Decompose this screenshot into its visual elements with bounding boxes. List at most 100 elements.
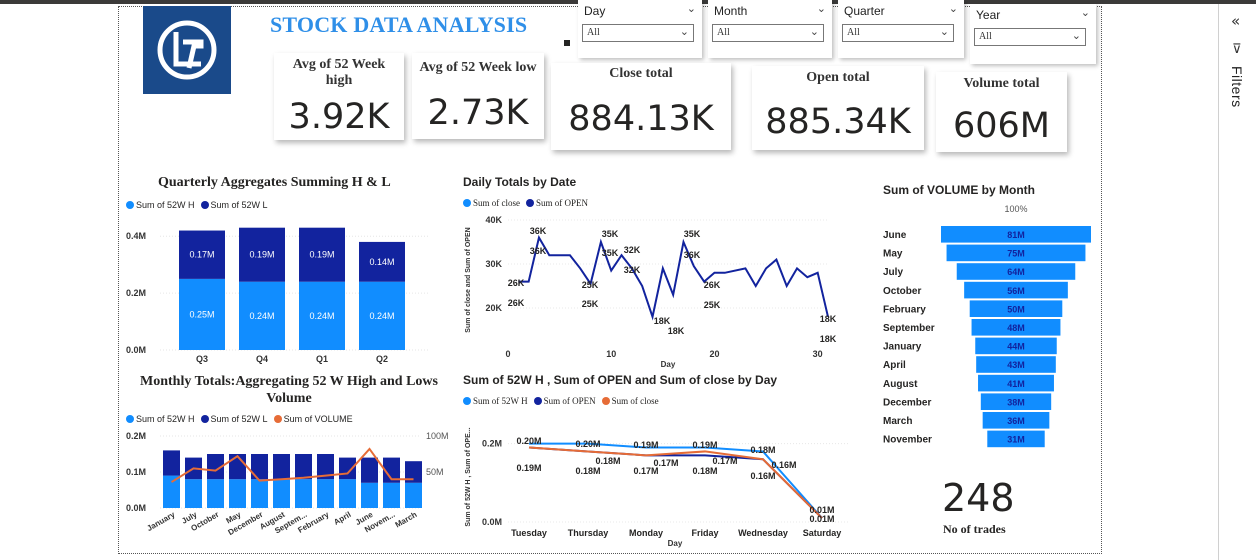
bar-segment <box>163 450 180 476</box>
data-label: 0.24M <box>249 311 274 321</box>
x-tick-label: March <box>394 510 419 530</box>
by-day-chart[interactable]: 0.0M 0.2M Tuesday Thursday Monday Friday Wedne… <box>458 410 858 552</box>
quarterly-chart[interactable]: 0.0M 0.2M 0.4M 0.25M 0.17M Q3 0.24M 0.19M Q4 0.24… <box>120 220 440 370</box>
legend-dot-icon <box>463 397 471 405</box>
data-label: 64M <box>1007 267 1025 277</box>
data-label: 26K <box>704 280 721 290</box>
category-label: October <box>883 286 921 297</box>
category-label: January <box>883 342 922 353</box>
bar-segment <box>273 454 290 480</box>
kpi-title: Open total <box>806 70 870 85</box>
series-line-open <box>518 234 829 321</box>
y-tick-label: 0.2M <box>482 439 502 449</box>
legend-label: Sum of OPEN <box>536 198 589 208</box>
bullet-marker <box>564 40 570 46</box>
chevron-down-icon[interactable]: ⌄ <box>687 2 696 15</box>
legend-dot-icon <box>200 201 209 209</box>
data-label: 75M <box>1007 249 1025 259</box>
legend-item[interactable]: Sum of 52W H <box>126 414 195 424</box>
slicer-quarter-label: Quarter <box>844 4 885 18</box>
kpi-card-volume-total[interactable]: Volume total 606M <box>936 72 1067 152</box>
data-label: 36K <box>530 246 547 256</box>
legend-item[interactable]: Sum of VOLUME <box>273 414 353 424</box>
legend-item[interactable]: Sum of 52W L <box>200 200 268 210</box>
kpi-card-close-total[interactable]: Close total 884.13K <box>551 63 731 150</box>
kpi-title: Avg of 52 Week low <box>419 60 537 75</box>
slicer-day[interactable]: Day ⌄ All ⌄ <box>578 0 702 58</box>
chart-title-daily: Daily Totals by Date <box>463 175 577 189</box>
filters-pane-label[interactable]: Filters <box>1229 66 1245 108</box>
chevron-down-icon: ⌄ <box>939 25 949 38</box>
kpi-value: 606M <box>952 106 1050 146</box>
chevron-down-icon[interactable]: ⌄ <box>949 2 958 15</box>
data-label: 32K <box>624 245 641 255</box>
data-label: 0.18M <box>595 456 620 466</box>
volume-funnel-chart[interactable]: 100% 81M June 75M May 64M July 56M October 50M Feb… <box>878 200 1098 452</box>
company-logo <box>143 6 231 94</box>
data-label: 0.19M <box>633 440 658 450</box>
slicer-month-dropdown[interactable]: All ⌄ <box>712 24 824 42</box>
category-label: November <box>883 435 932 446</box>
slicer-day-dropdown[interactable]: All ⌄ <box>582 24 694 42</box>
monthly-chart[interactable]: 0.0M0.1M0.2M50M100MJanuary JulyOctober May… <box>120 426 460 554</box>
legend-dot-icon <box>463 199 471 207</box>
legend-item[interactable]: Sum of 52W H <box>126 200 195 210</box>
kpi-value: 885.34K <box>765 102 911 142</box>
data-label: 0.24M <box>309 311 334 321</box>
slicer-quarter-dropdown[interactable]: All ⌄ <box>842 24 954 42</box>
legend-item[interactable]: Sum of close <box>601 396 659 406</box>
legend-label: Sum of 52W H <box>473 396 528 406</box>
slicer-year-dropdown[interactable]: All ⌄ <box>974 28 1086 46</box>
y-tick-label: 0.0M <box>126 503 146 513</box>
x-tick-label: Wednesday <box>738 528 788 538</box>
data-label: 56M <box>1007 286 1025 296</box>
legend-monthly[interactable]: Sum of 52W H Sum of 52W L Sum of VOLUME <box>126 414 353 424</box>
x-tick-label: Thursday <box>568 528 609 538</box>
legend-item[interactable]: Sum of 52W L <box>200 414 268 424</box>
legend-quarterly[interactable]: Sum of 52W H Sum of 52W L <box>126 200 268 210</box>
legend-by-day[interactable]: Sum of 52W H Sum of OPEN Sum of close <box>463 396 659 406</box>
filter-funnel-icon[interactable]: ⊽ <box>1232 42 1242 57</box>
slicer-year[interactable]: Year ⌄ All ⌄ <box>970 4 1096 64</box>
chevron-down-icon: ⌄ <box>679 25 689 38</box>
daily-chart[interactable]: 20K 30K 40K 0 10 20 30 Day Sum of close and Sum … <box>458 210 838 370</box>
data-label: 18K <box>654 316 671 326</box>
slicer-month-label: Month <box>714 4 748 18</box>
data-label: 18K <box>820 314 837 324</box>
collapse-pane-icon[interactable]: « <box>1231 12 1240 30</box>
x-tick-label: January <box>145 510 177 533</box>
slicer-month-value: All <box>717 27 730 38</box>
data-label: 48M <box>1007 323 1025 333</box>
category-label: July <box>883 267 903 278</box>
legend-item[interactable]: Sum of close <box>463 198 520 208</box>
legend-label: Sum of 52W H <box>136 200 195 210</box>
data-label: 43M <box>1007 360 1025 370</box>
bar-segment <box>361 482 378 508</box>
legend-daily[interactable]: Sum of close Sum of OPEN <box>463 198 588 208</box>
bar-segment <box>163 475 180 508</box>
data-label: 36K <box>684 250 701 260</box>
kpi-card-avg-52w-low[interactable]: Avg of 52 Week low 2.73K <box>412 53 544 139</box>
data-label: 0.18M <box>692 466 717 476</box>
chevron-down-icon[interactable]: ⌄ <box>817 2 826 15</box>
kpi-card-open-total[interactable]: Open total 885.34K <box>752 66 924 150</box>
legend-dot-icon <box>601 397 610 405</box>
kpi-card-avg-52w-high[interactable]: Avg of 52 Week high 3.92K <box>274 53 404 140</box>
legend-item[interactable]: Sum of OPEN <box>533 396 596 406</box>
y-tick-label: 20K <box>485 303 502 313</box>
filters-pane[interactable]: « ⊽ Filters <box>1218 4 1256 560</box>
page-title: STOCK DATA ANALYSIS <box>270 12 528 37</box>
x-axis-title: Day <box>668 539 683 548</box>
legend-item[interactable]: Sum of 52W H <box>463 396 528 406</box>
category-label: February <box>883 304 926 315</box>
chart-title-by-day: Sum of 52W H , Sum of OPEN and Sum of cl… <box>463 373 778 387</box>
slicer-month[interactable]: Month ⌄ All ⌄ <box>708 0 832 58</box>
legend-label: Sum of close <box>611 396 659 406</box>
data-label: 0.20M <box>575 439 600 449</box>
legend-item[interactable]: Sum of OPEN <box>526 198 588 208</box>
data-label: 0.17M <box>653 458 678 468</box>
slicer-quarter[interactable]: Quarter ⌄ All ⌄ <box>838 0 964 58</box>
chevron-down-icon[interactable]: ⌄ <box>1081 6 1090 19</box>
bar-segment <box>229 454 246 480</box>
bar-segment <box>361 457 378 483</box>
